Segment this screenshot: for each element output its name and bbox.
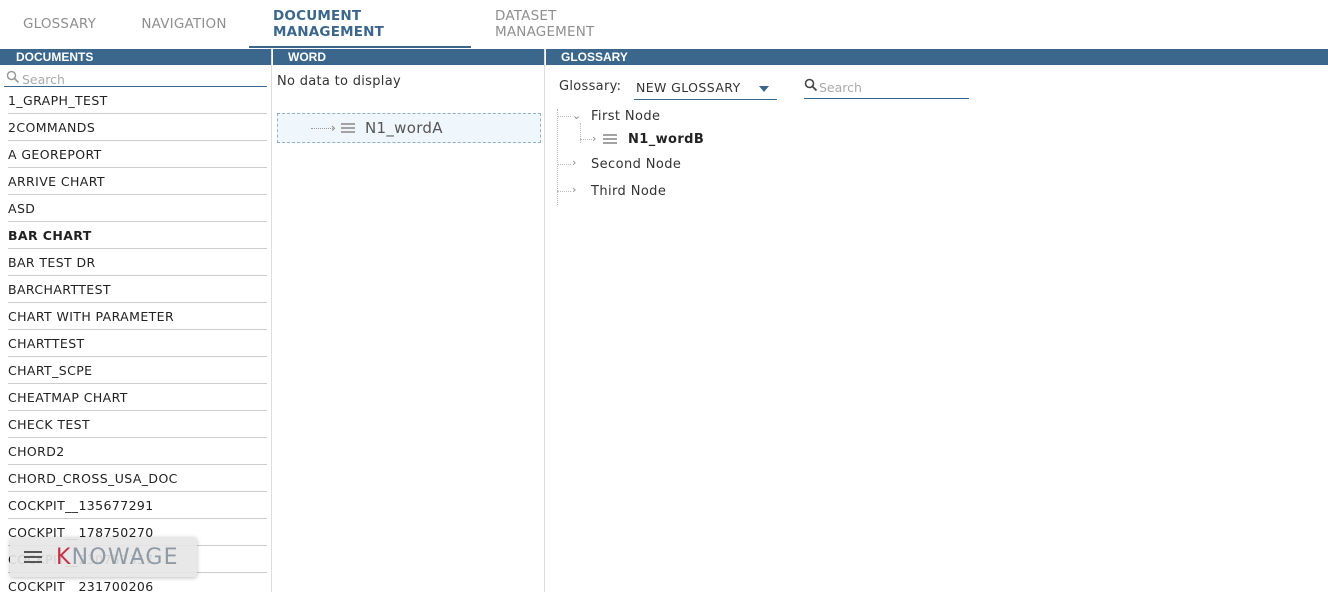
empty-message: No data to display	[277, 74, 401, 89]
hamburger-menu-icon[interactable]	[24, 551, 42, 563]
caret-down-icon	[759, 86, 769, 92]
list-item[interactable]: CHART_SCPE	[8, 357, 267, 384]
tab-navigation[interactable]: NAVIGATION	[119, 0, 249, 48]
glossary-header: GLOSSARY	[546, 49, 1328, 65]
tree-connector	[557, 164, 571, 165]
tree-connector	[580, 123, 581, 143]
glossary-select[interactable]: NEW GLOSSARY	[634, 77, 777, 100]
list-item[interactable]: ARRIVE CHART	[8, 168, 267, 195]
chevron-right-icon[interactable]: ›	[592, 133, 596, 144]
documents-header: DOCUMENTS	[0, 49, 271, 65]
documents-list: 1_GRAPH_TEST 2COMMANDS A GEOREPORT ARRIV…	[8, 87, 267, 592]
drag-handle-icon[interactable]	[341, 123, 355, 133]
tab-dataset-management[interactable]: DATASET MANAGEMENT	[471, 0, 681, 48]
knowage-logo: KNOWAGE	[56, 544, 179, 570]
chevron-right-icon[interactable]: ›	[331, 121, 341, 135]
dragged-word-item[interactable]: › N1_wordA	[277, 113, 541, 143]
tab-document-management[interactable]: DOCUMENT MANAGEMENT	[249, 0, 471, 48]
list-item-selected[interactable]: BAR CHART	[8, 222, 267, 249]
main-tabs: GLOSSARY NAVIGATION DOCUMENT MANAGEMENT …	[0, 0, 1328, 48]
search-icon	[804, 78, 818, 92]
floating-main-menu[interactable]: KNOWAGE	[10, 537, 197, 577]
tree-connector	[311, 127, 333, 129]
list-item[interactable]: ASD	[8, 195, 267, 222]
glossary-select-label: Glossary:	[559, 79, 622, 94]
tree-connector	[580, 139, 592, 140]
list-item[interactable]: CHARTTEST	[8, 330, 267, 357]
list-item[interactable]: BARCHARTTEST	[8, 276, 267, 303]
tree-connector	[557, 191, 571, 192]
tree-node-first[interactable]: First Node	[591, 109, 660, 124]
chevron-right-icon[interactable]: ›	[572, 184, 576, 195]
list-item[interactable]: CHEATMAP CHART	[8, 384, 267, 411]
tree-node-third[interactable]: Third Node	[591, 184, 666, 199]
documents-search-input[interactable]	[22, 71, 262, 87]
tree-node-child-word[interactable]: N1_wordB	[628, 132, 704, 147]
documents-search	[4, 69, 267, 87]
list-item[interactable]: COCKPIT__135677291	[8, 492, 267, 519]
glossary-tree: ⌄ First Node › N1_wordB › Second Node › …	[556, 105, 956, 209]
list-item[interactable]: CHORD_CROSS_USA_DOC	[8, 465, 267, 492]
chevron-down-icon[interactable]: ⌄	[572, 110, 581, 121]
list-item[interactable]: BAR TEST DR	[8, 249, 267, 276]
glossary-select-value: NEW GLOSSARY	[636, 80, 741, 95]
glossary-toolbar: Glossary: NEW GLOSSARY	[559, 77, 979, 101]
list-item[interactable]: A GEOREPORT	[8, 141, 267, 168]
tab-glossary[interactable]: GLOSSARY	[0, 0, 119, 48]
list-item[interactable]: 2COMMANDS	[8, 114, 267, 141]
drag-handle-icon[interactable]	[603, 134, 617, 144]
tree-node-second[interactable]: Second Node	[591, 157, 681, 172]
glossary-search	[804, 76, 969, 99]
chevron-right-icon[interactable]: ›	[572, 157, 576, 168]
word-label: N1_wordA	[365, 119, 443, 137]
list-item[interactable]: CHECK TEST	[8, 411, 267, 438]
list-item[interactable]: CHART WITH PARAMETER	[8, 303, 267, 330]
list-item[interactable]: 1_GRAPH_TEST	[8, 87, 267, 114]
tree-connector	[557, 116, 571, 117]
word-header: WORD	[273, 49, 544, 65]
glossary-search-input[interactable]	[819, 79, 967, 95]
list-item[interactable]: CHORD2	[8, 438, 267, 465]
word-panel: WORD No data to display › N1_wordA	[273, 49, 545, 592]
glossary-panel: GLOSSARY Glossary: NEW GLOSSARY ⌄ First …	[546, 49, 1328, 592]
documents-panel: DOCUMENTS 1_GRAPH_TEST 2COMMANDS A GEORE…	[0, 49, 272, 592]
search-icon	[6, 70, 20, 84]
